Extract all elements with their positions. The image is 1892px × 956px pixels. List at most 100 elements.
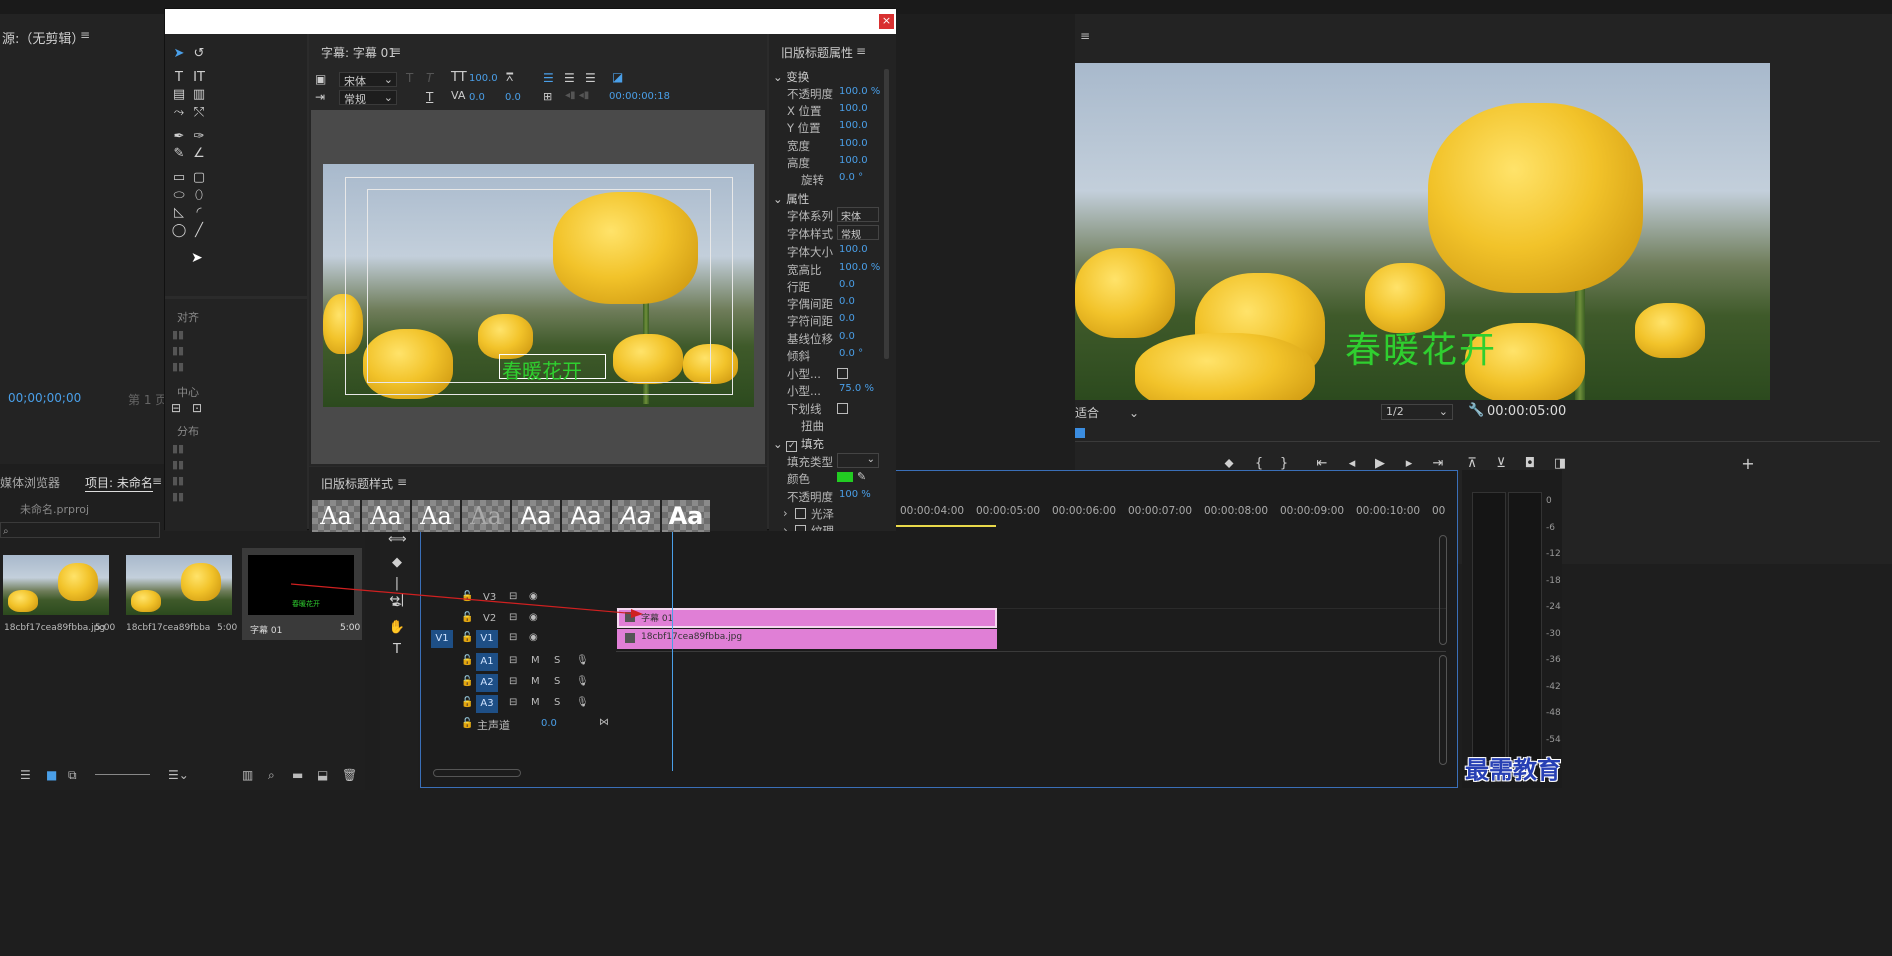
font-style-dropdown[interactable]: 常规 — [837, 225, 879, 241]
checkbox[interactable] — [795, 508, 806, 519]
mic-icon[interactable]: 🎙 — [576, 697, 589, 708]
arc-tool-icon[interactable]: ◜ — [190, 205, 208, 221]
font-family-dropdown[interactable]: 宋体 — [837, 207, 879, 223]
image-clip[interactable]: 18cbf17cea89fbba.jpg — [617, 629, 997, 649]
prop-value[interactable]: 100.0 % — [839, 262, 880, 273]
style-swatch[interactable]: Aa — [562, 500, 610, 532]
checkbox[interactable] — [837, 368, 848, 379]
menu-icon[interactable]: ≡ — [80, 28, 90, 42]
center-horizontal-icon[interactable]: ⊟ — [171, 401, 181, 415]
lock-icon[interactable]: 🔓 — [461, 697, 473, 708]
program-scrub-bar[interactable] — [1075, 422, 1880, 442]
zoom-slider[interactable] — [95, 774, 150, 775]
kerning-icon[interactable]: VA — [451, 89, 465, 102]
font-family-select[interactable]: 宋体 ⌄ — [339, 72, 397, 88]
italic-icon[interactable]: T — [426, 71, 433, 85]
pen-tool-icon[interactable]: ✒ — [170, 129, 188, 145]
canvas-video-frame[interactable]: 春暖花开 — [323, 164, 754, 407]
leading-value[interactable]: 0.0 — [505, 92, 521, 103]
work-area-bar[interactable] — [896, 525, 996, 527]
vertical-scrollbar-audio[interactable] — [1439, 655, 1447, 765]
prop-font-family[interactable]: 字体系列 宋体 — [769, 207, 889, 225]
prop-color[interactable]: 颜色 ✎ — [769, 470, 889, 488]
prop-distort[interactable]: 扭曲 — [769, 418, 889, 435]
prop-value[interactable]: 0.0 — [839, 279, 855, 290]
track-target-a2[interactable]: A2 — [476, 674, 498, 692]
prop-small-caps-size[interactable]: 小型... 75.0 % — [769, 383, 889, 400]
prop-underline[interactable]: 下划线 — [769, 401, 889, 418]
menu-icon[interactable]: ≡ — [391, 44, 401, 58]
font-size-value[interactable]: 100.0 — [469, 73, 498, 84]
track-header-a2[interactable]: 🔓 A2 ⊟ M S 🎙 — [431, 673, 611, 693]
prop-value[interactable]: 0.0 ° — [839, 172, 863, 183]
prop-value[interactable]: 75.0 % — [839, 383, 874, 394]
rectangle-tool-icon[interactable]: ▭ — [170, 170, 188, 186]
mute-button[interactable]: M — [531, 697, 540, 708]
vertical-area-type-tool-icon[interactable]: ▥ — [190, 87, 208, 103]
style-swatch[interactable]: Aa — [312, 500, 360, 532]
style-swatch[interactable]: Aa — [362, 500, 410, 532]
playhead-marker[interactable] — [1075, 428, 1085, 438]
prop-leading[interactable]: 行距 0.0 — [769, 279, 889, 296]
sort-icon[interactable]: ☰⌄ — [168, 768, 189, 782]
font-size-icon[interactable]: TT — [451, 70, 467, 85]
fill-section[interactable]: ⌄ ✓ 填充 — [773, 436, 824, 452]
timeline-playhead[interactable] — [672, 531, 673, 771]
dialog-titlebar[interactable]: × — [165, 9, 896, 34]
mic-icon[interactable]: 🎙 — [576, 676, 589, 687]
lock-icon[interactable]: 🔓 — [461, 676, 473, 687]
bowtie-icon[interactable]: ⋈ — [599, 717, 609, 728]
search-icon[interactable]: ⌕ — [268, 768, 275, 783]
rounded-rectangle-tool-icon[interactable]: ▢ — [190, 170, 208, 186]
align-right-icon[interactable]: ☰ — [585, 71, 596, 85]
mute-button[interactable]: M — [531, 676, 540, 687]
mic-icon[interactable]: 🎙 — [576, 655, 589, 666]
hand-icon[interactable]: ✋ — [388, 620, 406, 636]
close-button[interactable]: × — [879, 14, 894, 29]
search-input[interactable]: ⌕ — [0, 522, 160, 538]
resolution-dropdown[interactable]: 1/2 ⌄ — [1381, 404, 1453, 420]
razor-icon[interactable]: ◆ — [388, 555, 406, 571]
rotation-tool-icon[interactable]: ↺ — [190, 46, 208, 62]
lock-icon[interactable]: 🔓 — [461, 718, 473, 729]
menu-icon[interactable]: ≡ — [856, 44, 866, 58]
tab-stops-icon[interactable]: ⇥ — [315, 90, 325, 104]
align-buttons[interactable]: ▮▮ ▮▮ ▮▮ — [172, 327, 210, 375]
program-timecode[interactable]: 00:00:05:00 — [1487, 404, 1566, 419]
prop-value[interactable]: 100.0 — [839, 120, 868, 131]
new-title-icon[interactable]: ▣ — [315, 72, 326, 86]
checkbox-checked[interactable]: ✓ — [786, 441, 798, 452]
new-item-icon[interactable]: ⬓ — [317, 768, 328, 782]
checkbox[interactable] — [837, 403, 848, 414]
title-clip[interactable]: 字幕 01 — [617, 608, 997, 628]
add-button[interactable]: + — [1739, 456, 1757, 472]
prop-rotation[interactable]: 旋转 0.0 ° — [769, 172, 889, 189]
timeline-ruler[interactable]: 00:00:04:00 00:00:05:00 00:00:06:00 00:0… — [896, 505, 1456, 527]
lock-icon[interactable]: 🔓 — [461, 632, 473, 643]
prop-value[interactable]: 0.0 ° — [839, 348, 863, 359]
underline-icon[interactable]: T — [426, 90, 433, 104]
track-target-v1[interactable]: V1 — [476, 630, 498, 648]
sync-icon[interactable]: ⊟ — [509, 655, 517, 666]
track-header-a3[interactable]: 🔓 A3 ⊟ M S 🎙 — [431, 694, 611, 714]
list-item[interactable]: 18cbf17cea89fbba 5:00 — [122, 550, 240, 640]
track-header-a1[interactable]: 🔓 A1 ⊟ M S 🎙 — [431, 652, 611, 672]
prop-value[interactable]: 100.0 — [839, 244, 868, 255]
track-header-v1[interactable]: V1 🔓 V1 ⊟ ◉ — [431, 629, 611, 649]
prop-fill-opacity[interactable]: 不透明度 100 % — [769, 489, 889, 506]
line-tool-icon[interactable]: ╱ — [190, 223, 208, 239]
style-swatch[interactable]: Aa — [412, 500, 460, 532]
sync-icon[interactable]: ⊟ — [509, 676, 517, 687]
prop-font-style[interactable]: 字体样式 常规 — [769, 225, 889, 243]
prop-font-size[interactable]: 字体大小 100.0 — [769, 244, 889, 261]
eye-icon[interactable]: ◉ — [529, 632, 538, 643]
prop-value[interactable]: 0.0 — [839, 296, 855, 307]
fill-type-dropdown[interactable]: ⌄ — [837, 453, 879, 468]
source-panel-title[interactable]: 源:（无剪辑） — [2, 28, 84, 47]
prop-value[interactable]: 100.0 % — [839, 86, 880, 97]
prop-y-position[interactable]: Y 位置 100.0 — [769, 120, 889, 137]
fit-dropdown[interactable]: 适合 ⌄ — [1075, 404, 1145, 420]
color-swatch[interactable] — [837, 472, 853, 482]
list-view-icon[interactable]: ☰ — [20, 768, 31, 782]
prop-opacity[interactable]: 不透明度 100.0 % — [769, 86, 889, 103]
